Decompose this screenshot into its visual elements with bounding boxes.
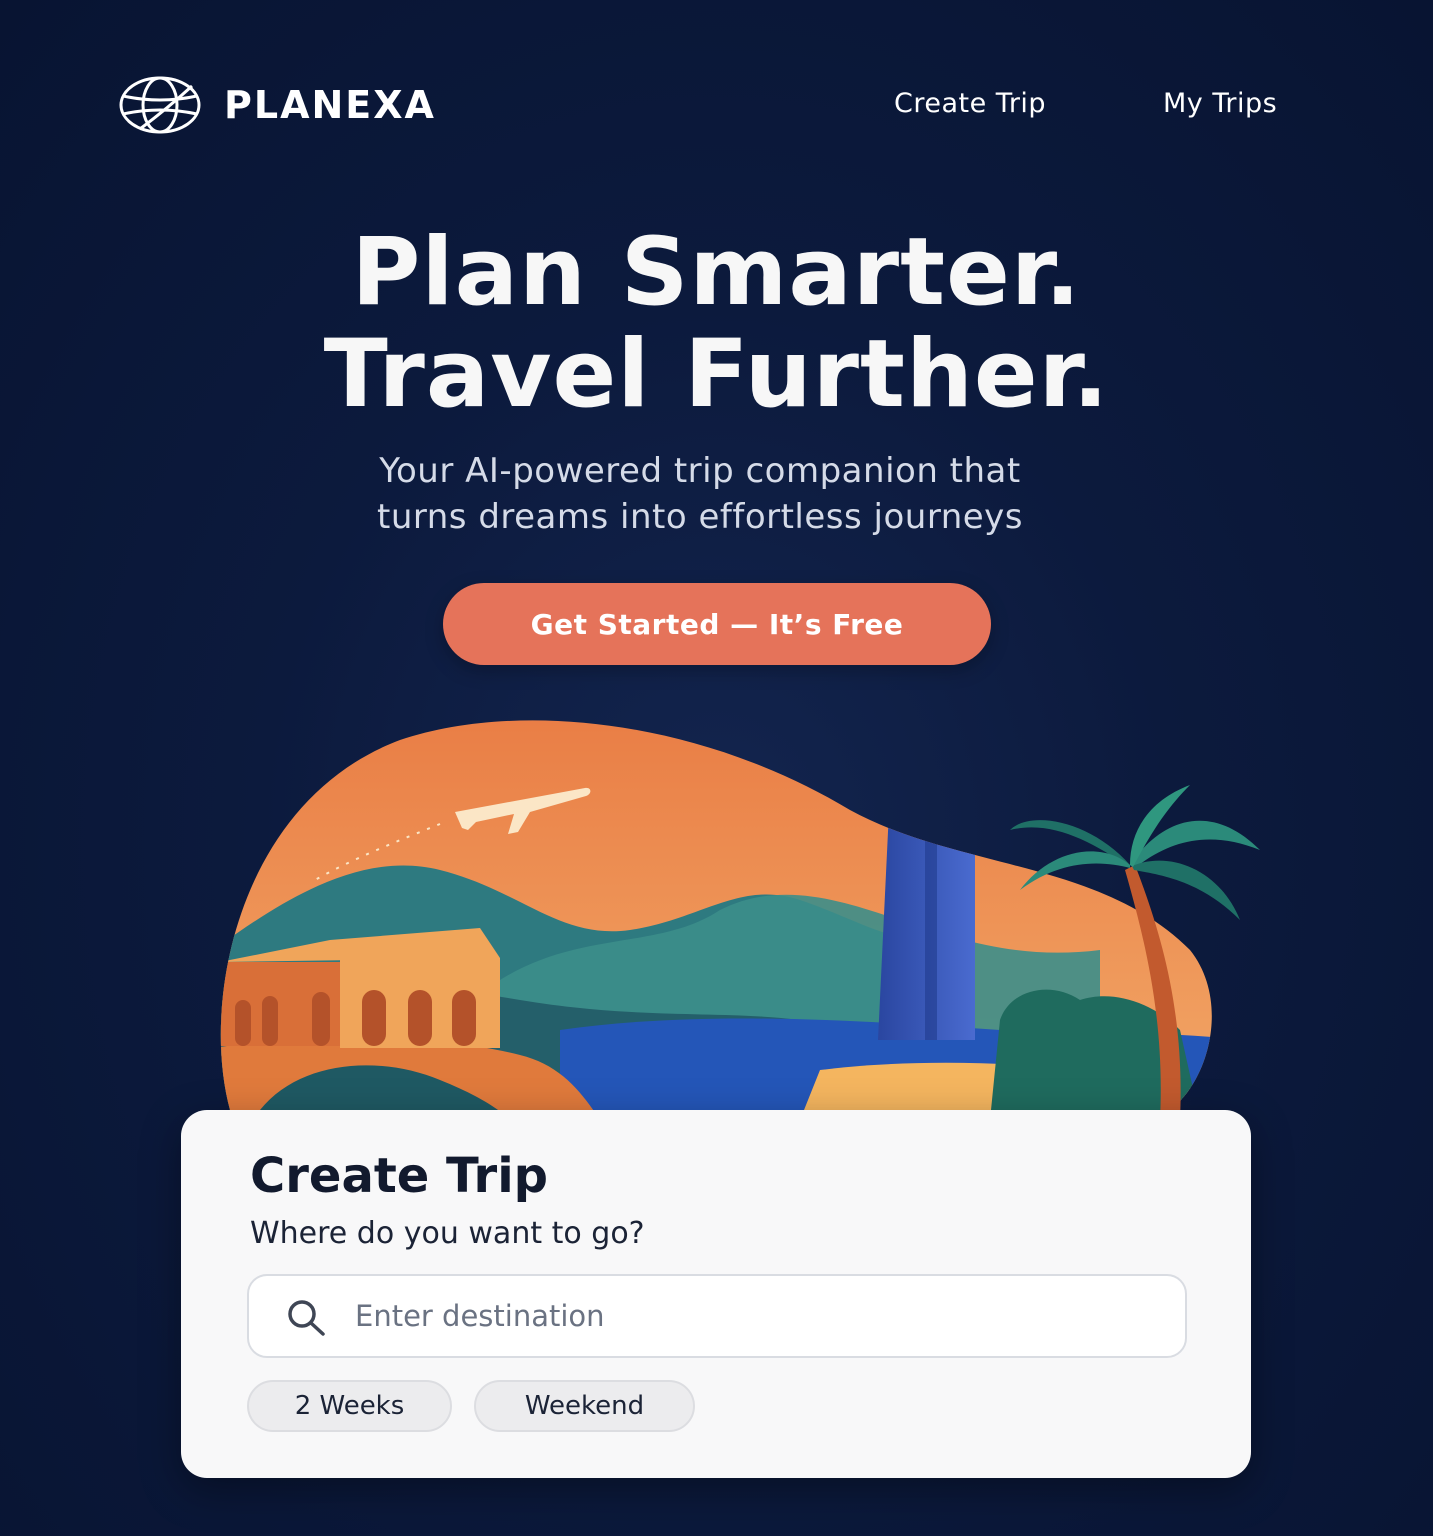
create-trip-card: Create Trip Where do you want to go? 2 W… <box>181 1110 1251 1478</box>
duration-chip-2-weeks[interactable]: 2 Weeks <box>247 1380 452 1432</box>
brand-name: PLANEXA <box>224 83 436 127</box>
nav-create-trip[interactable]: Create Trip <box>894 88 1046 119</box>
hero-subtitle-line2: turns dreams into effortless journeys <box>376 497 1024 537</box>
destination-question: Where do you want to go? <box>250 1216 645 1251</box>
hero-illustration <box>200 700 1280 1124</box>
duration-chip-weekend[interactable]: Weekend <box>474 1380 695 1432</box>
tower <box>878 745 975 1040</box>
brand-logo[interactable]: PLANEXA <box>118 74 436 136</box>
hero-title-line1: Plan Smarter. <box>351 218 1082 327</box>
destination-input[interactable] <box>353 1290 1157 1342</box>
hero-subtitle-line1: Your AI-powered trip companion that <box>379 451 1021 491</box>
hero-subtitle: Your AI-powered trip companion that turn… <box>0 448 1400 540</box>
create-trip-title: Create Trip <box>250 1148 549 1204</box>
globe-icon <box>118 74 202 136</box>
search-icon <box>285 1297 329 1341</box>
get-started-button[interactable]: Get Started — It’s Free <box>443 583 991 665</box>
hero-title-line2: Travel Further. <box>323 320 1110 429</box>
hero-title: Plan Smarter. Travel Further. <box>0 222 1433 426</box>
top-nav: PLANEXA Create Trip My Trips <box>0 0 1433 210</box>
nav-my-trips[interactable]: My Trips <box>1163 88 1277 119</box>
destination-search-box[interactable] <box>247 1274 1187 1358</box>
